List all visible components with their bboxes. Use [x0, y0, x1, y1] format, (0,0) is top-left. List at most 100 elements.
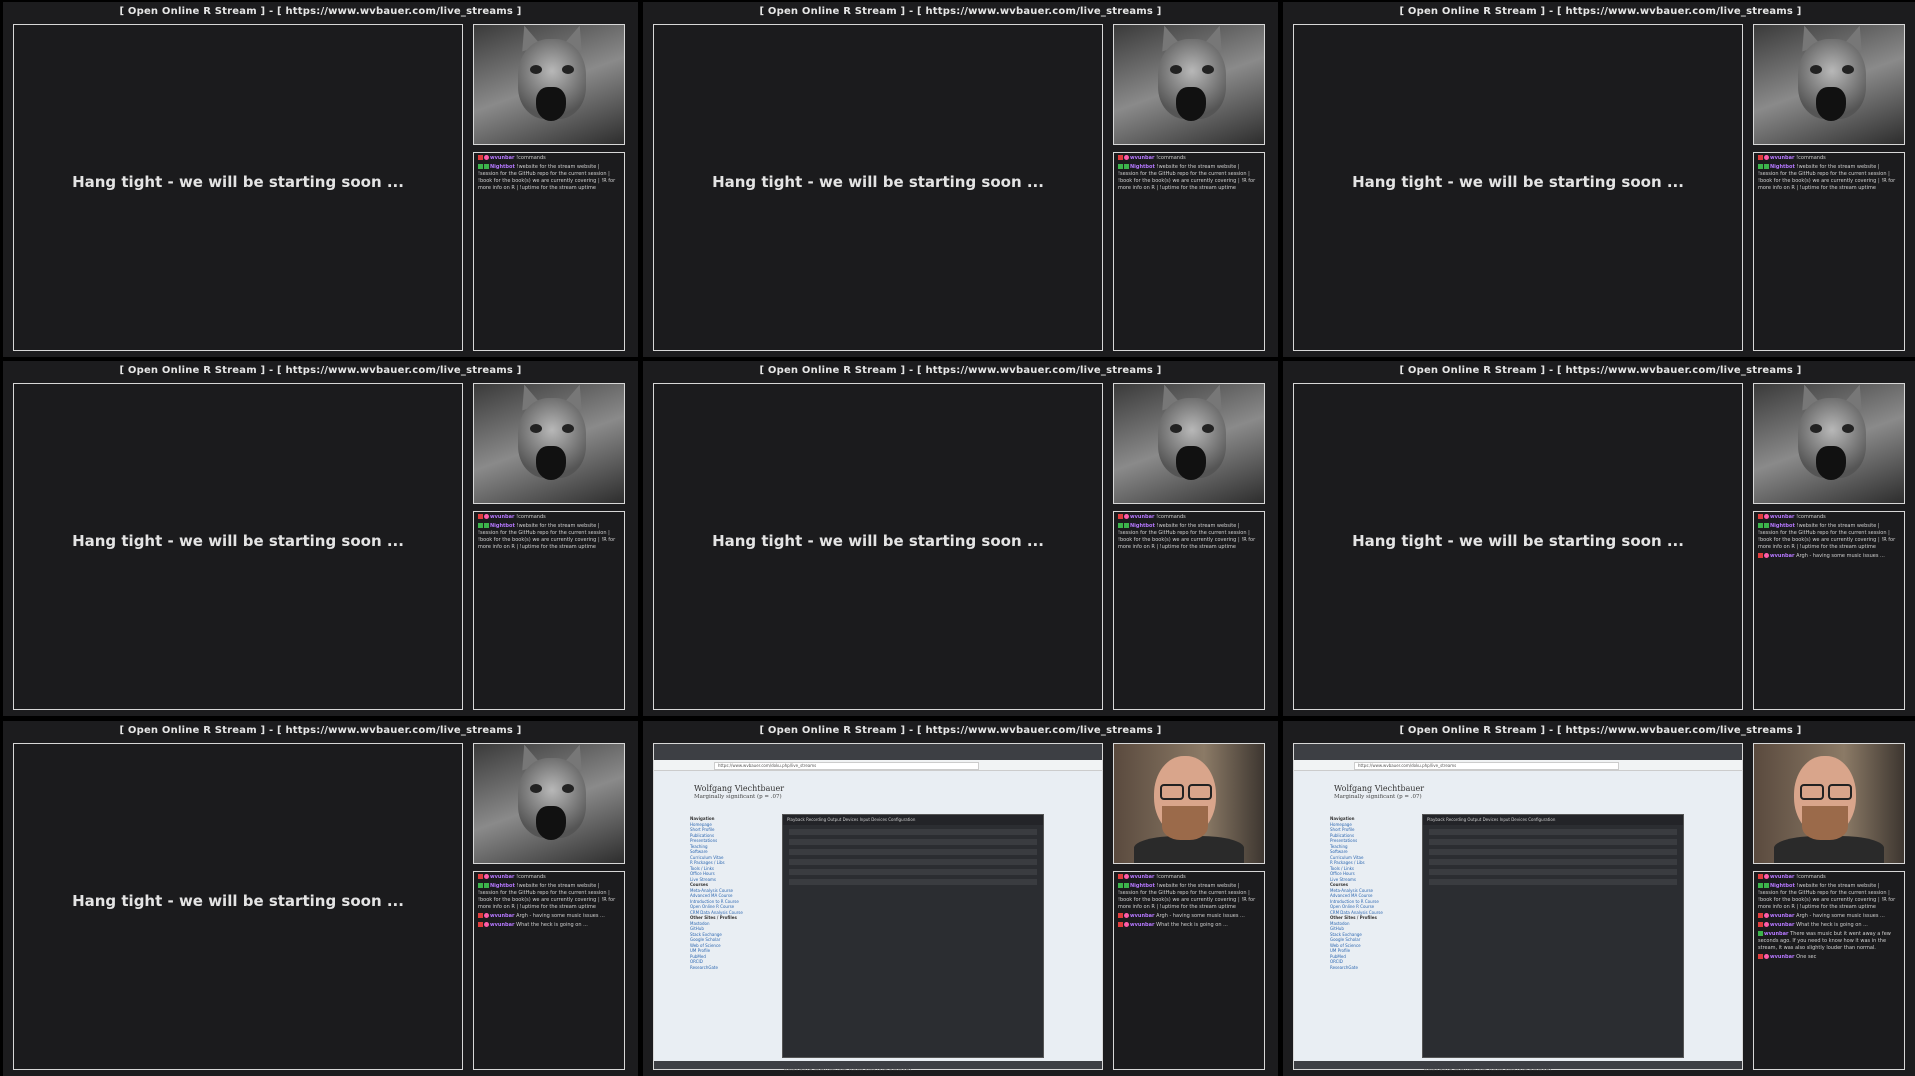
chat-message: wvunbar What the heck is going on ... — [1118, 922, 1260, 929]
dialog-row — [1429, 839, 1677, 845]
chat-message: Nightbot !website for the stream website… — [1758, 164, 1900, 192]
standby-message: Hang tight - we will be starting soon ..… — [72, 892, 404, 910]
chat-message: wvunbar !commands — [478, 514, 620, 521]
webcam-panel — [1113, 24, 1265, 145]
chat-badge-icon — [478, 164, 483, 169]
site-subtitle: Marginally significant (p = .07) — [694, 794, 782, 800]
chat-badge-icon — [1118, 883, 1123, 888]
stream-title: [ Open Online R Stream ] - [ https://www… — [759, 6, 1162, 17]
address-bar: https://www.wvbauer.com/doku.php/live_st… — [1354, 762, 1619, 770]
chat-username: wvunbar — [490, 913, 517, 919]
standby-message: Hang tight - we will be starting soon ..… — [1352, 173, 1684, 191]
chat-username: wvunbar — [1130, 155, 1157, 161]
chat-badge-icon — [1764, 164, 1769, 169]
chat-username: wvunbar — [490, 514, 517, 520]
chat-badge-icon — [1758, 922, 1763, 927]
chat-message: wvunbar !commands — [1118, 155, 1260, 162]
webcam-panel — [1753, 743, 1905, 864]
chat-badge-icon — [1118, 922, 1123, 927]
dialog-row — [789, 839, 1037, 845]
chat-badge-icon — [484, 164, 489, 169]
chat-badge-icon — [1758, 883, 1763, 888]
chat-badge-icon — [484, 883, 489, 888]
chat-username: Nightbot — [1770, 523, 1797, 529]
stream-frame: [ Open Online R Stream ] - [ https://www… — [1283, 721, 1915, 1076]
chat-text: !commands — [1796, 514, 1826, 520]
chat-message: Nightbot !website for the stream website… — [1118, 883, 1260, 911]
chat-badge-icon — [484, 523, 489, 528]
chat-badge-icon — [484, 514, 489, 519]
chat-message: wvunbar !commands — [1118, 514, 1260, 521]
stream-title: [ Open Online R Stream ] - [ https://www… — [1399, 365, 1802, 376]
stream-title: [ Open Online R Stream ] - [ https://www… — [1399, 725, 1802, 736]
chat-username: Nightbot — [490, 164, 517, 170]
standby-message: Hang tight - we will be starting soon ..… — [1352, 532, 1684, 550]
chat-text: !commands — [1796, 155, 1826, 161]
chat-badge-icon — [1758, 155, 1763, 160]
chat-panel: wvunbar !commands Nightbot !website for t… — [1113, 871, 1265, 1070]
browser-tab-bar — [654, 744, 1102, 760]
chat-message: wvunbar !commands — [478, 155, 620, 162]
chat-username: wvunbar — [1764, 931, 1791, 937]
webcam-panel — [1753, 24, 1905, 145]
standby-message: Hang tight - we will be starting soon ..… — [712, 173, 1044, 191]
dialog-row — [1429, 829, 1677, 835]
chat-badge-icon — [478, 155, 483, 160]
stream-title: [ Open Online R Stream ] - [ https://www… — [759, 365, 1162, 376]
chat-text: !commands — [516, 874, 546, 880]
chat-message: Nightbot !website for the stream website… — [1758, 883, 1900, 911]
main-video-area: Hang tight - we will be starting soon ..… — [13, 743, 463, 1070]
sound-settings-dialog: Playback Recording Output Devices Input … — [782, 814, 1044, 1058]
chat-text: !commands — [1156, 155, 1186, 161]
chat-badge-icon — [1118, 514, 1123, 519]
nav-item: ResearchGate — [1330, 964, 1358, 970]
site-name: Wolfgang Viechtbauer — [694, 784, 785, 793]
chat-badge-icon — [1124, 922, 1129, 927]
stream-frame: [ Open Online R Stream ] - [ https://www… — [3, 2, 638, 357]
stream-frame: [ Open Online R Stream ] - [ https://www… — [643, 2, 1278, 357]
taskbar — [1294, 1061, 1742, 1069]
dialog-row — [1429, 879, 1677, 885]
chat-badge-icon — [1124, 164, 1129, 169]
chat-badge-icon — [1764, 913, 1769, 918]
cat-image — [1114, 25, 1264, 144]
chat-panel: wvunbar !commands Nightbot !website for t… — [1113, 152, 1265, 351]
chat-badge-icon — [484, 922, 489, 927]
chat-text: !commands — [1156, 514, 1186, 520]
chat-badge-icon — [478, 913, 483, 918]
chat-username: wvunbar — [490, 155, 517, 161]
browser-screenshot: https://www.wvbauer.com/doku.php/live_st… — [1294, 744, 1742, 1072]
chat-username: Nightbot — [1770, 883, 1797, 889]
chat-username: wvunbar — [1770, 874, 1797, 880]
chat-badge-icon — [1124, 883, 1129, 888]
chat-username: wvunbar — [1770, 954, 1797, 960]
webcam-panel — [1113, 383, 1265, 504]
standby-message: Hang tight - we will be starting soon ..… — [72, 532, 404, 550]
stream-frame: [ Open Online R Stream ] - [ https://www… — [1283, 2, 1915, 357]
chat-message: wvunbar !commands — [1758, 874, 1900, 881]
chat-badge-icon — [478, 523, 483, 528]
chat-badge-icon — [478, 922, 483, 927]
chat-badge-icon — [1758, 954, 1763, 959]
standby-message: Hang tight - we will be starting soon ..… — [72, 173, 404, 191]
chat-badge-icon — [1118, 913, 1123, 918]
chat-message: Nightbot !website for the stream website… — [1118, 523, 1260, 551]
chat-message: wvunbar Argh - having some music issues … — [1758, 553, 1900, 560]
webcam-panel — [1113, 743, 1265, 864]
main-video-area: Hang tight - we will be starting soon ..… — [13, 24, 463, 351]
dialog-row — [789, 859, 1037, 865]
dialog-tabs: Playback Recording Output Devices Input … — [1423, 815, 1683, 825]
chat-badge-icon — [1764, 523, 1769, 528]
chat-text: Argh - having some music issues ... — [1156, 913, 1245, 919]
chat-panel: wvunbar !commands Nightbot !website for t… — [1113, 511, 1265, 710]
chat-username: Nightbot — [1130, 523, 1157, 529]
chat-text: Argh - having some music issues ... — [1796, 913, 1885, 919]
chat-badge-icon — [484, 874, 489, 879]
chat-username: wvunbar — [1130, 922, 1157, 928]
cat-image — [1754, 25, 1904, 144]
chat-badge-icon — [1124, 514, 1129, 519]
main-video-area: Hang tight - we will be starting soon ..… — [13, 383, 463, 710]
chat-badge-icon — [1118, 874, 1123, 879]
chat-text: !commands — [516, 155, 546, 161]
chat-message: Nightbot !website for the stream website… — [478, 523, 620, 551]
